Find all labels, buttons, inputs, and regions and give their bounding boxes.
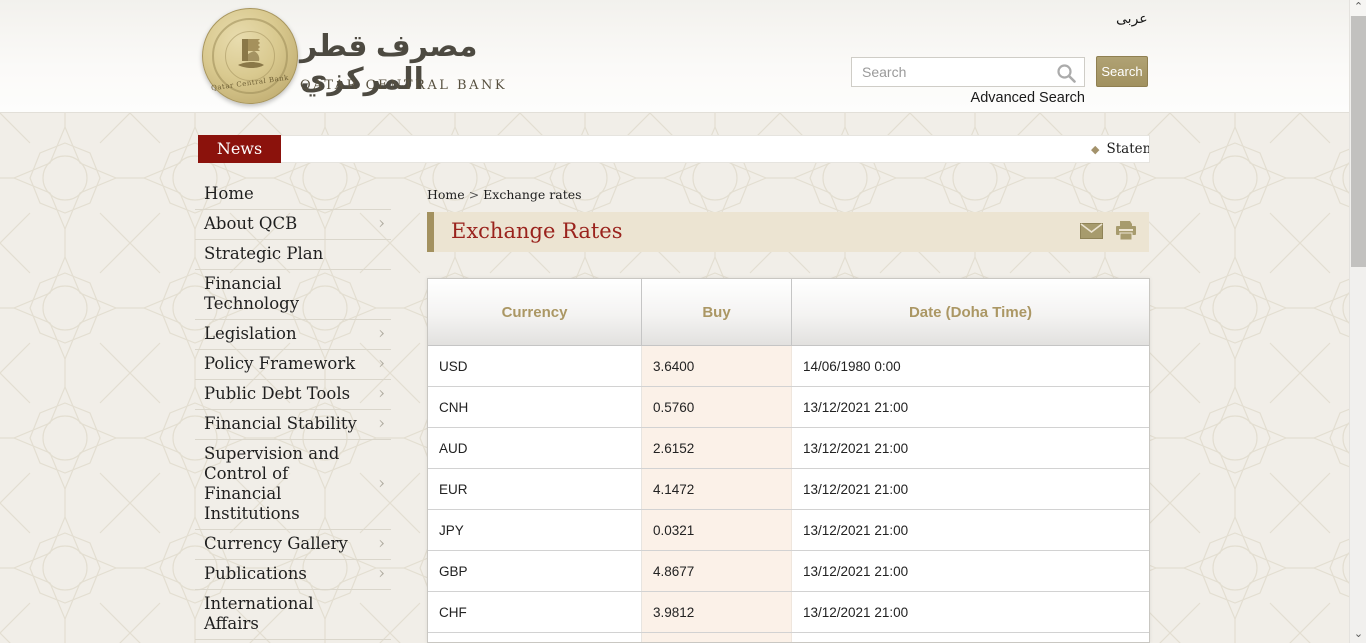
logo-english-name: QATAR CENTRAL BANK [300, 78, 507, 93]
sidebar-item-label: Supervision and Control of Financial Ins… [204, 444, 339, 523]
table-row-gbp: GBP 4.8677 13/12/2021 21:00 [428, 551, 1149, 592]
seal-emblem-icon [234, 35, 268, 75]
breadcrumb: Home > Exchange rates [427, 187, 582, 202]
search-input[interactable] [852, 58, 1084, 86]
date-cell: 13/12/2021 21:00 [792, 551, 1149, 591]
currency-cell [428, 633, 642, 643]
news-ticker-strip: ◆ Statement [281, 135, 1150, 163]
search-magnifier-icon [1056, 63, 1076, 83]
search-box [851, 57, 1085, 87]
date-cell: 13/12/2021 21:00 [792, 592, 1149, 632]
sidebar-item-label: About QCB [204, 214, 297, 233]
sidebar-item-policy-framework[interactable]: Policy Framework › [195, 350, 391, 380]
sidebar-item-label: Public Debt Tools [204, 384, 350, 403]
currency-cell: JPY [428, 510, 642, 550]
sidebar-item-label: International Affairs [204, 594, 313, 633]
sidebar-item-international-affairs[interactable]: International Affairs› [195, 590, 391, 640]
vertical-scrollbar[interactable]: ⌃ ⌄ [1349, 0, 1366, 643]
sidebar-item-label: Strategic Plan [204, 244, 323, 263]
buy-cell: 3.6400 [642, 346, 792, 386]
column-header-buy: Buy [642, 279, 792, 345]
date-cell: 14/06/1980 0:00 [792, 346, 1149, 386]
sidebar-item-currency-gallery[interactable]: Currency Gallery › [195, 530, 391, 560]
date-cell: 13/12/2021 21:00 [792, 469, 1149, 509]
buy-cell: 2.6152 [642, 428, 792, 468]
chevron-right-icon: › [378, 213, 385, 233]
breadcrumb-current: Exchange rates [483, 187, 581, 202]
buy-cell: 4.8677 [642, 551, 792, 591]
date-cell: 13/12/2021 21:00 [792, 428, 1149, 468]
sidebar-item-public-debt-tools[interactable]: Public Debt Tools › [195, 380, 391, 410]
browser-viewport: Qatar Central Bank مصرف قطر المركزي QATA… [0, 0, 1349, 643]
scrollbar-thumb[interactable] [1351, 16, 1366, 267]
print-icon[interactable] [1115, 221, 1137, 241]
title-accent-bar [427, 212, 434, 252]
table-row-chf: CHF 3.9812 13/12/2021 21:00 [428, 592, 1149, 633]
chevron-right-icon: › [378, 413, 385, 433]
scroll-up-icon[interactable]: ⌃ [1350, 0, 1366, 16]
breadcrumb-separator: > [469, 187, 479, 202]
breadcrumb-home-link[interactable]: Home [427, 187, 465, 202]
table-row-partial [428, 633, 1149, 643]
buy-cell: 3.9812 [642, 592, 792, 632]
table-row-jpy: JPY 0.0321 13/12/2021 21:00 [428, 510, 1149, 551]
page-title: Exchange Rates [451, 212, 623, 251]
sidebar-navigation: Home› About QCB› Strategic Plan› Financi… [195, 180, 391, 643]
sidebar-item-label: Publications [204, 564, 307, 583]
currency-cell: EUR [428, 469, 642, 509]
search-button[interactable]: Search [1096, 56, 1148, 87]
currency-cell: CNH [428, 387, 642, 427]
arabic-language-link[interactable]: عربى [1116, 10, 1148, 27]
chevron-right-icon: › [378, 353, 385, 373]
site-header: Qatar Central Bank مصرف قطر المركزي QATA… [0, 0, 1349, 113]
sidebar-item-home[interactable]: Home› [195, 180, 391, 210]
chevron-right-icon: › [378, 473, 385, 493]
table-row-usd: USD 3.6400 14/06/1980 0:00 [428, 346, 1149, 387]
sidebar-item-financial-technology[interactable]: Financial Technology› [195, 270, 391, 320]
sidebar-item-label: Policy Framework [204, 354, 355, 373]
chevron-right-icon: › [378, 323, 385, 343]
currency-cell: CHF [428, 592, 642, 632]
sidebar-item-label: Currency Gallery [204, 534, 348, 553]
currency-cell: AUD [428, 428, 642, 468]
sidebar-item-supervision-and-control[interactable]: Supervision and Control of Financial Ins… [195, 440, 391, 530]
advanced-search-link[interactable]: Advanced Search [851, 90, 1085, 106]
news-ticker-item[interactable]: ◆ Statement [1091, 136, 1149, 162]
table-row-cnh: CNH 0.5760 13/12/2021 21:00 [428, 387, 1149, 428]
currency-cell: GBP [428, 551, 642, 591]
column-header-date: Date (Doha Time) [792, 279, 1149, 345]
table-row-eur: EUR 4.1472 13/12/2021 21:00 [428, 469, 1149, 510]
column-header-currency: Currency [428, 279, 642, 345]
date-cell [792, 633, 1149, 643]
table-row-aud: AUD 2.6152 13/12/2021 21:00 [428, 428, 1149, 469]
chevron-right-icon: › [378, 383, 385, 403]
page-title-bar: Exchange Rates [427, 212, 1149, 252]
sidebar-item-about-qcb[interactable]: About QCB › [195, 210, 391, 240]
sidebar-item-label: Legislation [204, 324, 297, 343]
sidebar-item-label: Home [204, 184, 254, 203]
currency-cell: USD [428, 346, 642, 386]
date-cell: 13/12/2021 21:00 [792, 510, 1149, 550]
chevron-right-icon: › [378, 563, 385, 583]
sidebar-item-strategic-plan[interactable]: Strategic Plan› [195, 240, 391, 270]
buy-cell [642, 633, 792, 643]
news-ticker-text: Statement [1106, 141, 1149, 157]
sidebar-item-publications[interactable]: Publications › [195, 560, 391, 590]
news-label: News [198, 135, 281, 163]
buy-cell: 4.1472 [642, 469, 792, 509]
scroll-down-icon[interactable]: ⌄ [1350, 627, 1366, 643]
exchange-rates-table: Currency Buy Date (Doha Time) USD 3.6400… [427, 278, 1150, 643]
qcb-seal-logo[interactable]: Qatar Central Bank [202, 8, 298, 104]
sidebar-item-label: Financial Technology [204, 274, 299, 313]
sidebar-item-label: Financial Stability [204, 414, 357, 433]
sidebar-item-legislation[interactable]: Legislation › [195, 320, 391, 350]
chevron-right-icon: › [378, 533, 385, 553]
sidebar-item-financial-stability[interactable]: Financial Stability › [195, 410, 391, 440]
table-header-row: Currency Buy Date (Doha Time) [428, 279, 1149, 346]
buy-cell: 0.5760 [642, 387, 792, 427]
diamond-bullet-icon: ◆ [1091, 143, 1099, 156]
date-cell: 13/12/2021 21:00 [792, 387, 1149, 427]
email-icon[interactable] [1080, 223, 1103, 239]
buy-cell: 0.0321 [642, 510, 792, 550]
